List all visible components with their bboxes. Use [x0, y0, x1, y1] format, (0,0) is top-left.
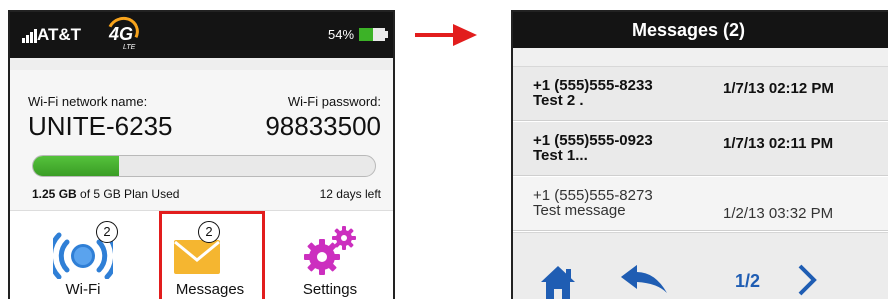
data-usage-fill [33, 156, 119, 176]
message-sender: +1 (555)555-0923 [533, 132, 653, 149]
wifi-name-value: UNITE-6235 [28, 111, 173, 141]
data-usage-text: 1.25 GB of 5 GB Plan Used [32, 187, 179, 201]
days-left: 12 days left [319, 187, 381, 201]
message-row[interactable]: +1 (555)555-0923 Test 1... 1/7/13 02:11 … [513, 122, 888, 176]
settings-tile-label: Settings [302, 281, 358, 298]
divider-strip [10, 58, 393, 70]
page-title: Messages (2) [631, 20, 746, 40]
device-home-screen: AT&T 4G LTE 54% Wi-Fi network name: Wi-F… [8, 10, 395, 299]
messages-footer: 1/2 [513, 232, 888, 299]
header-gap [513, 48, 888, 67]
wifi-password-label: Wi-Fi password: [287, 94, 381, 109]
chevron-right-icon[interactable] [796, 263, 818, 297]
message-date: 1/7/13 02:11 PM [723, 135, 834, 152]
home-icon[interactable] [539, 263, 577, 299]
message-sender: +1 (555)555-8273 [533, 187, 653, 204]
data-plan-text: of 5 GB Plan Used [76, 187, 180, 201]
message-row[interactable]: +1 (555)555-8273 Test message 1/2/13 03:… [513, 177, 888, 231]
battery-cap [385, 31, 388, 38]
battery-icon [359, 28, 385, 41]
wifi-name-label: Wi-Fi network name: [28, 94, 148, 109]
wifi-info-panel: Wi-Fi network name: Wi-Fi password: UNIT… [10, 70, 393, 210]
status-bar: AT&T 4G LTE 54% [10, 12, 393, 58]
battery-percentage: 54% [328, 27, 355, 42]
message-date: 1/2/13 03:32 PM [723, 205, 834, 222]
wifi-tile[interactable]: 2 Wi-Fi [28, 211, 138, 299]
messages-screen: Messages (2) +1 (555)555-8233 Test 2 . 1… [511, 10, 888, 299]
app-dock: 2 Wi-Fi 2 Messages Settings [10, 210, 393, 299]
network-badge-sub: LTE [123, 44, 136, 51]
messages-header: Messages (2) [513, 12, 888, 48]
wifi-password-value: 98833500 [265, 111, 381, 141]
back-arrow-icon[interactable] [621, 265, 667, 295]
wifi-tile-label: Wi-Fi [65, 281, 101, 298]
gears-icon [304, 226, 356, 275]
page-indicator: 1/2 [735, 271, 761, 291]
message-date: 1/7/13 02:12 PM [723, 80, 834, 97]
message-preview: Test message [533, 202, 626, 219]
4g-lte-icon: 4G LTE [102, 12, 144, 52]
red-arrow-icon [415, 24, 477, 46]
message-sender: +1 (555)555-8233 [533, 77, 653, 94]
wifi-badge: 2 [96, 221, 118, 243]
message-preview: Test 1... [533, 147, 588, 164]
message-row[interactable]: +1 (555)555-8233 Test 2 . 1/7/13 02:12 P… [513, 67, 888, 121]
messages-highlight-box [159, 211, 265, 299]
network-badge: 4G [109, 24, 134, 44]
data-used-amount: 1.25 GB [32, 187, 77, 201]
data-usage-bar [32, 155, 376, 177]
settings-tile[interactable]: Settings [275, 211, 385, 299]
message-preview: Test 2 . [533, 92, 584, 109]
carrier-name: AT&T [37, 25, 82, 44]
battery-level-fill [359, 28, 374, 41]
